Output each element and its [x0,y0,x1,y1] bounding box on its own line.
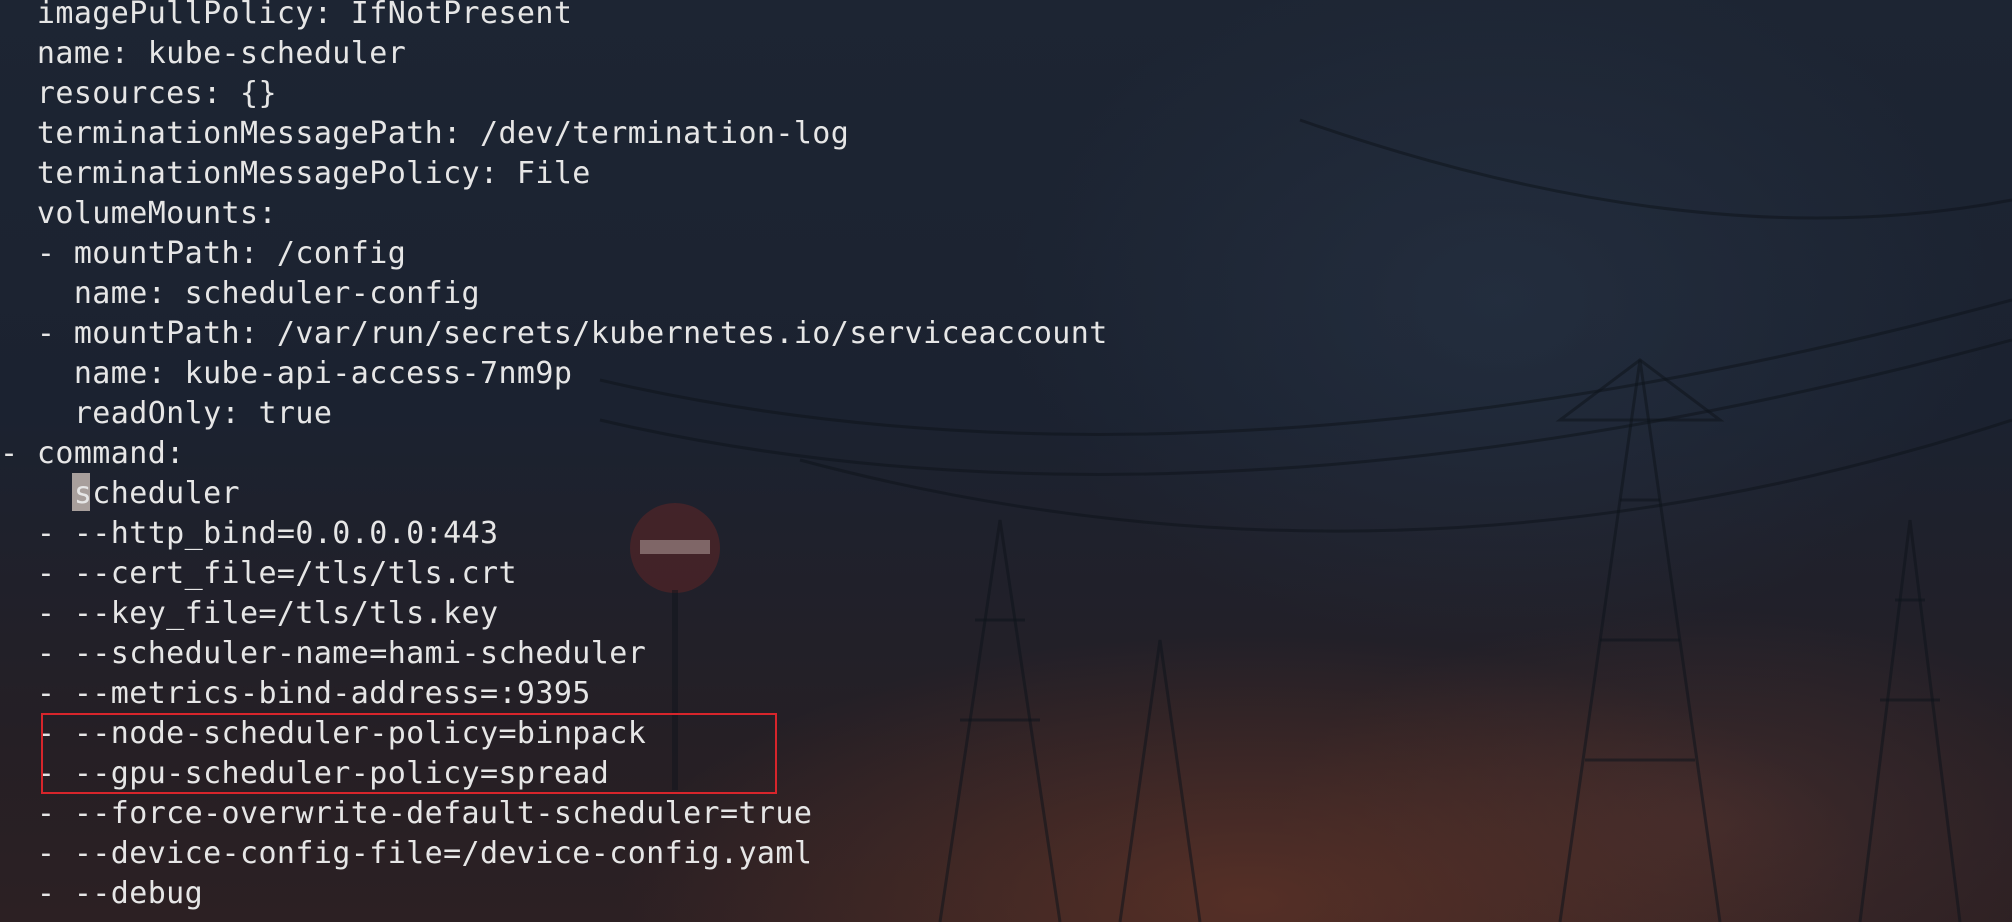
terminal-line: imagePullPolicy: IfNotPresent [0,0,573,31]
terminal-line: - --http_bind=0.0.0.0:443 [0,516,499,551]
terminal-line: terminationMessagePolicy: File [0,156,591,191]
terminal-line: - --metrics-bind-address=:9395 [0,676,591,711]
terminal-line: resources: {} [0,76,277,111]
terminal-line: - --key_file=/tls/tls.key [0,596,499,631]
terminal-line: name: kube-scheduler [0,36,407,71]
terminal-window[interactable]: imagePullPolicy: IfNotPresent name: kube… [0,0,2012,922]
terminal-line: readOnly: true [0,396,333,431]
highlight-annotation-box [41,713,777,794]
terminal-line: name: scheduler-config [0,276,480,311]
terminal-line: - command: [0,436,185,471]
terminal-line: - --cert_file=/tls/tls.crt [0,556,517,591]
terminal-line: - mountPath: /var/run/secrets/kubernetes… [0,316,1108,351]
terminal-line: - mountPath: /config [0,236,407,271]
terminal-line: scheduler [0,476,240,511]
terminal-line: - --device-config-file=/device-config.ya… [0,836,813,871]
terminal-line: name: kube-api-access-7nm9p [0,356,573,391]
terminal-line: - --force-overwrite-default-scheduler=tr… [0,796,813,831]
terminal-line: volumeMounts: [0,196,277,231]
terminal-line: terminationMessagePath: /dev/termination… [0,116,850,151]
terminal-line: - --debug [0,876,204,911]
terminal-line: - --scheduler-name=hami-scheduler [0,636,647,671]
